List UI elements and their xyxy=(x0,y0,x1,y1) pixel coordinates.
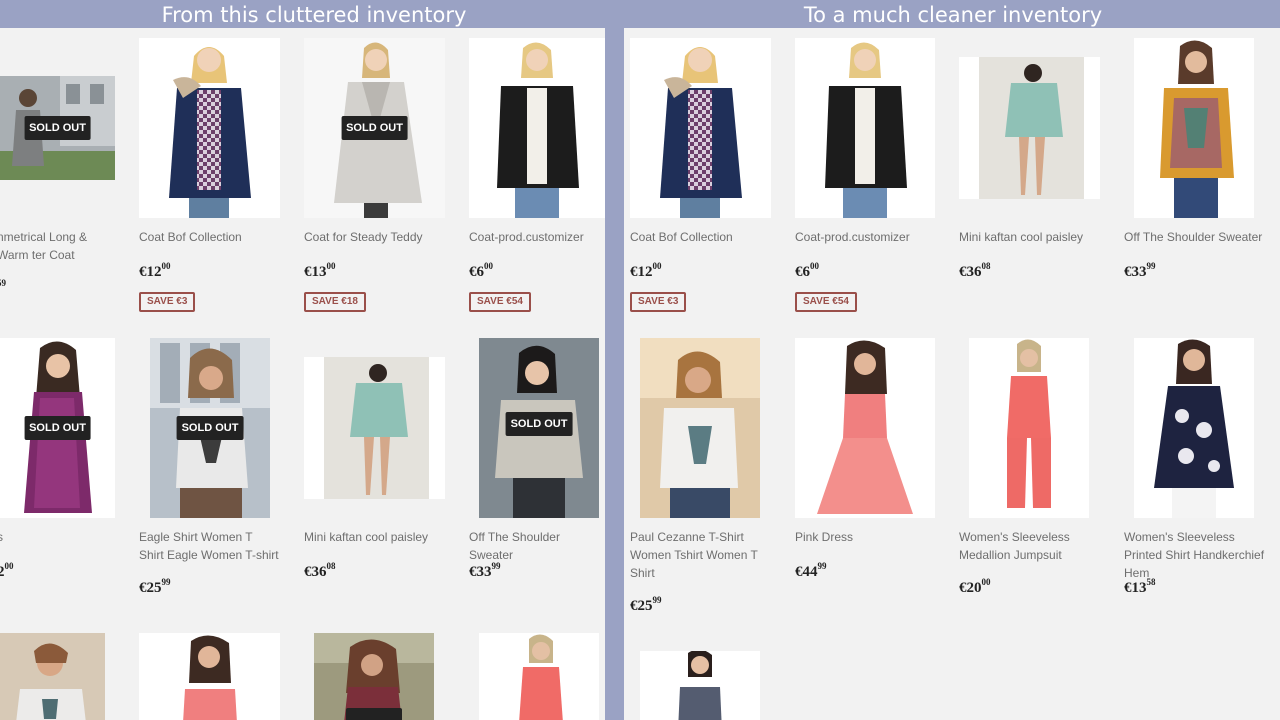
strapless-top-photo[interactable] xyxy=(640,651,760,720)
tshirt-photo[interactable] xyxy=(0,633,105,720)
jumpsuit-photo[interactable] xyxy=(969,338,1089,518)
product-price: €3399 xyxy=(469,561,501,580)
save-badge: SAVE €54 xyxy=(469,292,531,312)
cluttered-inventory-panel: SOLD OUT nmetrical Long & Warm ter Coat … xyxy=(0,28,605,720)
pink-dress-photo[interactable] xyxy=(139,633,280,720)
panel-divider xyxy=(605,0,624,720)
sold-out-badge: SOLD OUT xyxy=(24,416,91,440)
product-price: €2599 xyxy=(139,577,171,596)
save-badge: SAVE €3 xyxy=(139,292,196,312)
product-name[interactable]: Coat Bof Collection xyxy=(139,228,279,246)
sweater-photo[interactable]: SOLD OUT xyxy=(479,338,599,518)
sold-out-badge-partial xyxy=(346,708,402,720)
product-name[interactable]: Coat for Steady Teddy xyxy=(304,228,444,246)
navy-parka-photo[interactable] xyxy=(139,38,280,218)
product-name[interactable]: Paul Cezanne T-Shirt Women Tshirt Women … xyxy=(630,528,770,582)
grey-coat-photo[interactable]: SOLD OUT xyxy=(0,76,115,180)
product-name[interactable]: Off The Shoulder Sweater xyxy=(469,528,605,564)
product-price: €3399 xyxy=(1124,261,1156,280)
product-name[interactable]: s xyxy=(0,528,57,546)
product-name[interactable]: Women's Sleeveless Printed Shirt Handker… xyxy=(1124,528,1269,582)
product-price: €3608 xyxy=(959,261,991,280)
product-price: €1300 xyxy=(304,261,336,280)
product-price: €2000 xyxy=(959,577,991,596)
printed-top-photo[interactable] xyxy=(1134,338,1254,518)
sold-out-badge: SOLD OUT xyxy=(505,412,573,437)
product-name[interactable]: Off The Shoulder Sweater xyxy=(1124,228,1264,246)
sold-out-badge: SOLD OUT xyxy=(24,116,91,140)
product-price: €1358 xyxy=(1124,577,1156,596)
sold-out-badge: SOLD OUT xyxy=(176,416,244,440)
leather-jacket-photo[interactable] xyxy=(469,38,605,218)
product-name[interactable]: Coat-prod.customizer xyxy=(795,228,935,246)
clean-inventory-panel: Coat Bof Collection €1200 SAVE €3 Coat-p… xyxy=(624,28,1280,720)
tshirt-photo[interactable] xyxy=(640,338,760,518)
beige-coat-photo[interactable]: SOLD OUT xyxy=(304,38,445,218)
kaftan-photo[interactable] xyxy=(959,57,1100,199)
product-name[interactable]: nmetrical Long & Warm ter Coat xyxy=(0,228,117,264)
product-price: €600 xyxy=(469,261,493,280)
product-price: €2599 xyxy=(630,595,662,614)
left-heading: From this cluttered inventory xyxy=(161,3,467,27)
paisley-top-photo[interactable] xyxy=(1134,38,1254,218)
right-heading: To a much cleaner inventory xyxy=(803,3,1103,27)
product-name[interactable]: Coat Bof Collection xyxy=(630,228,770,246)
kaftan-photo[interactable] xyxy=(304,357,445,499)
eagle-tshirt-photo[interactable]: SOLD OUT xyxy=(150,338,270,518)
product-price: 200 xyxy=(0,561,14,580)
floral-dress-photo[interactable] xyxy=(314,633,434,720)
sold-out-badge: SOLD OUT xyxy=(341,116,408,140)
pink-dress-photo[interactable] xyxy=(795,338,935,518)
product-price: €600 xyxy=(795,261,819,280)
product-price-cents: 59 xyxy=(0,278,6,288)
product-price: €1200 xyxy=(139,261,171,280)
product-name[interactable]: Coat-prod.customizer xyxy=(469,228,605,246)
navy-parka-photo[interactable] xyxy=(630,38,771,218)
product-name[interactable]: Pink Dress xyxy=(795,528,935,546)
product-price: €1200 xyxy=(630,261,662,280)
save-badge: SAVE €54 xyxy=(795,292,857,312)
product-name[interactable]: Mini kaftan cool paisley xyxy=(959,228,1099,246)
product-name[interactable]: Eagle Shirt Women T Shirt Eagle Women T-… xyxy=(139,528,279,564)
purple-dress-photo[interactable]: SOLD OUT xyxy=(0,338,115,518)
jumpsuit-photo[interactable] xyxy=(479,633,599,720)
product-price: €4499 xyxy=(795,561,827,580)
save-badge: SAVE €3 xyxy=(630,292,687,312)
product-name[interactable]: Mini kaftan cool paisley xyxy=(304,528,444,546)
product-name[interactable]: Women's Sleeveless Medallion Jumpsuit xyxy=(959,528,1099,564)
product-price: €3608 xyxy=(304,561,336,580)
leather-jacket-photo[interactable] xyxy=(795,38,935,218)
save-badge: SAVE €18 xyxy=(304,292,366,312)
